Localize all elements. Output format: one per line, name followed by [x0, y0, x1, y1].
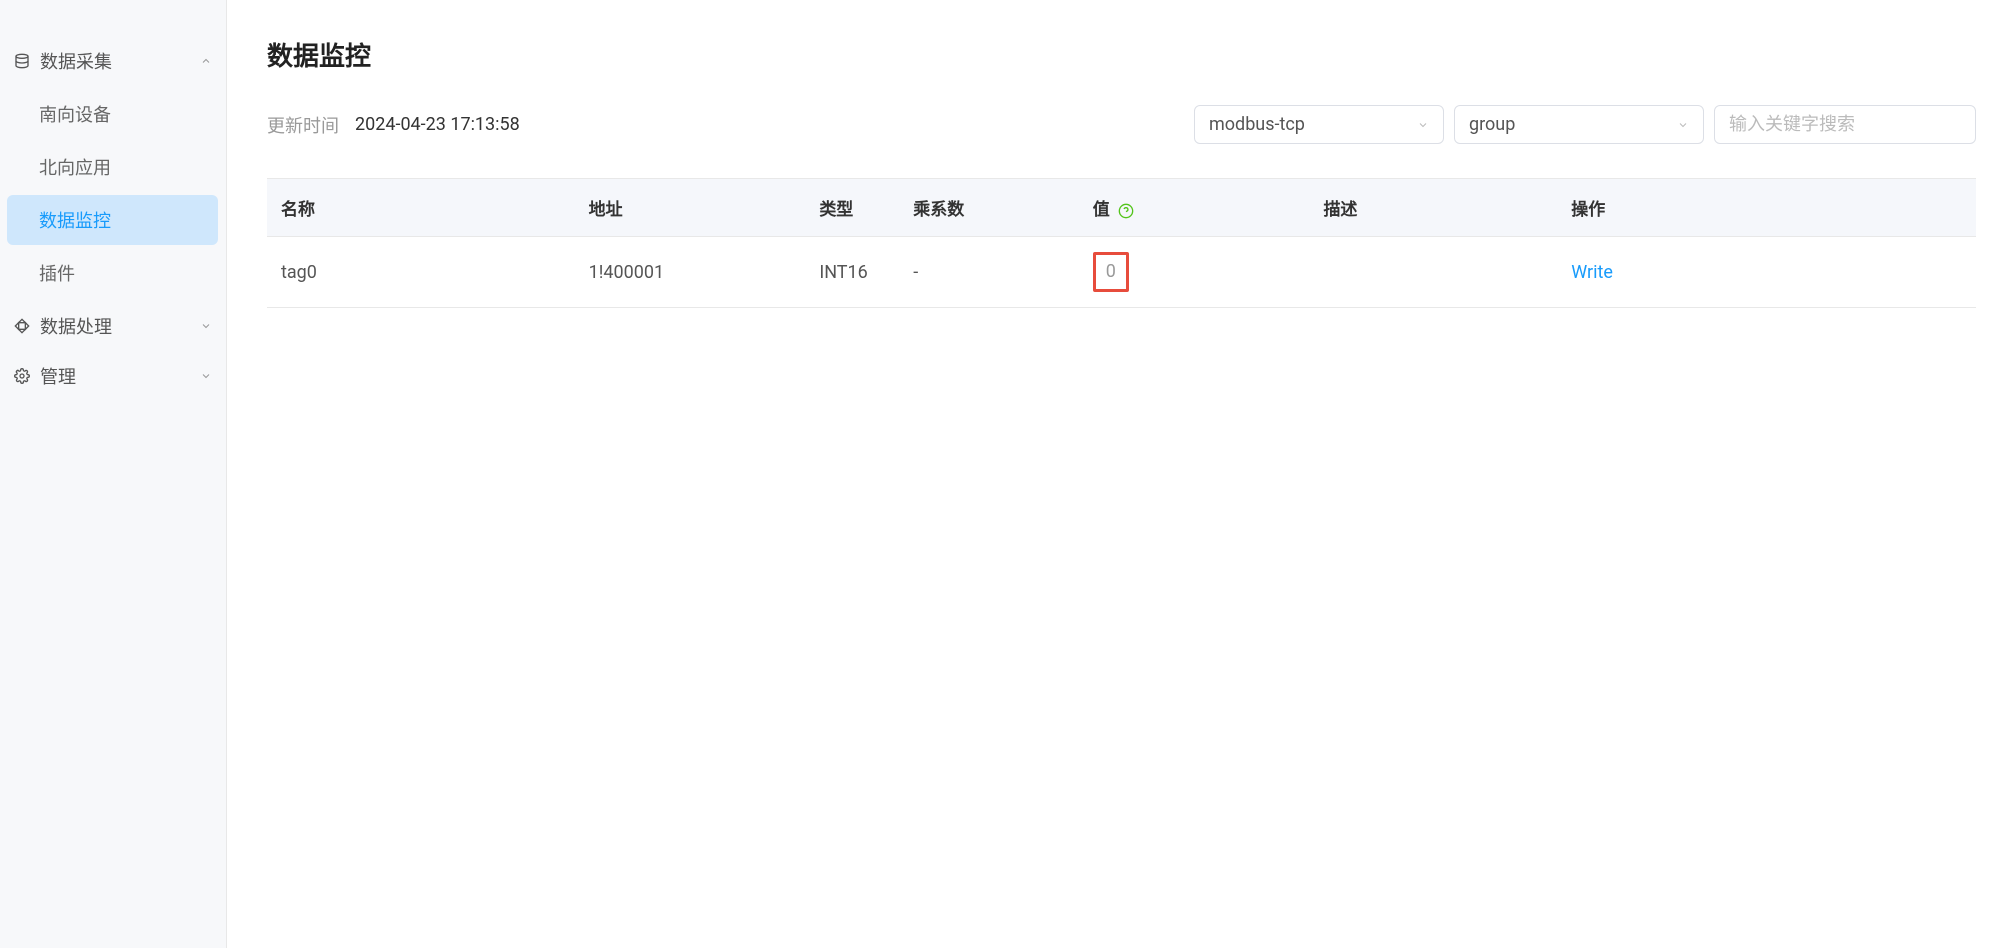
- value-highlight-box: 0: [1093, 252, 1129, 292]
- table-row: tag0 1!400001 INT16 - 0 Write: [267, 237, 1976, 308]
- sidebar-group-management: 管理: [0, 351, 226, 401]
- column-header-action: 操作: [1557, 179, 1976, 237]
- sidebar-group-label: 数据处理: [40, 313, 112, 339]
- sidebar-item-label: 数据监控: [39, 211, 111, 232]
- sidebar-item-label: 插件: [39, 264, 75, 285]
- sidebar-group-header-data-processing[interactable]: 数据处理: [0, 301, 226, 351]
- write-link[interactable]: Write: [1571, 262, 1613, 283]
- sidebar-group-label: 数据采集: [40, 48, 112, 74]
- device-select[interactable]: modbus-tcp: [1194, 105, 1444, 144]
- table-header-row: 名称 地址 类型 乘系数 值 描述 操作: [267, 179, 1976, 237]
- chevron-down-icon: [1677, 119, 1689, 131]
- chevron-down-icon: [200, 370, 212, 382]
- column-header-address: 地址: [575, 179, 806, 237]
- sidebar-group-data-processing: 数据处理: [0, 301, 226, 351]
- group-select-value: group: [1469, 114, 1515, 135]
- column-header-desc: 描述: [1309, 179, 1557, 237]
- sidebar-item-north-apps[interactable]: 北向应用: [7, 142, 218, 192]
- cell-name: tag0: [267, 237, 575, 308]
- chevron-down-icon: [1417, 119, 1429, 131]
- main-content: 数据监控 更新时间 2024-04-23 17:13:58 modbus-tcp…: [227, 0, 2012, 948]
- database-icon: [14, 53, 30, 69]
- sidebar: 数据采集 南向设备 北向应用 数据监控 插件: [0, 0, 227, 948]
- update-time-label: 更新时间: [267, 112, 339, 138]
- column-header-value-text: 值: [1093, 200, 1110, 220]
- sidebar-group-header-management[interactable]: 管理: [0, 351, 226, 401]
- cell-type: INT16: [805, 237, 899, 308]
- controls-row: 更新时间 2024-04-23 17:13:58 modbus-tcp grou…: [267, 105, 1976, 144]
- search-input[interactable]: [1714, 105, 1976, 144]
- sidebar-group-label: 管理: [40, 363, 76, 389]
- data-table: 名称 地址 类型 乘系数 值 描述 操作: [267, 178, 1976, 308]
- column-header-type: 类型: [805, 179, 899, 237]
- sidebar-item-label: 南向设备: [39, 105, 111, 126]
- cell-address: 1!400001: [575, 237, 806, 308]
- column-header-factor: 乘系数: [899, 179, 1078, 237]
- sidebar-subitems: 南向设备 北向应用 数据监控 插件: [0, 89, 226, 298]
- column-header-name: 名称: [267, 179, 575, 237]
- chevron-up-icon: [200, 55, 212, 67]
- device-select-value: modbus-tcp: [1209, 114, 1305, 135]
- group-select[interactable]: group: [1454, 105, 1704, 144]
- cell-factor: -: [899, 237, 1078, 308]
- cell-value: 0: [1079, 237, 1310, 308]
- cell-desc: [1309, 237, 1557, 308]
- sidebar-item-plugins[interactable]: 插件: [7, 248, 218, 298]
- processing-icon: [14, 318, 30, 334]
- cell-action: Write: [1557, 237, 1976, 308]
- page-title: 数据监控: [267, 36, 1976, 73]
- update-time-value: 2024-04-23 17:13:58: [355, 114, 520, 135]
- sidebar-group-header-data-collection[interactable]: 数据采集: [0, 36, 226, 86]
- gear-icon: [14, 368, 30, 384]
- sidebar-item-label: 北向应用: [39, 158, 111, 179]
- column-header-value: 值: [1079, 179, 1310, 237]
- sidebar-item-data-monitor[interactable]: 数据监控: [7, 195, 218, 245]
- chevron-down-icon: [200, 320, 212, 332]
- sidebar-item-south-devices[interactable]: 南向设备: [7, 89, 218, 139]
- help-icon[interactable]: [1118, 203, 1134, 219]
- sidebar-group-data-collection: 数据采集 南向设备 北向应用 数据监控 插件: [0, 36, 226, 298]
